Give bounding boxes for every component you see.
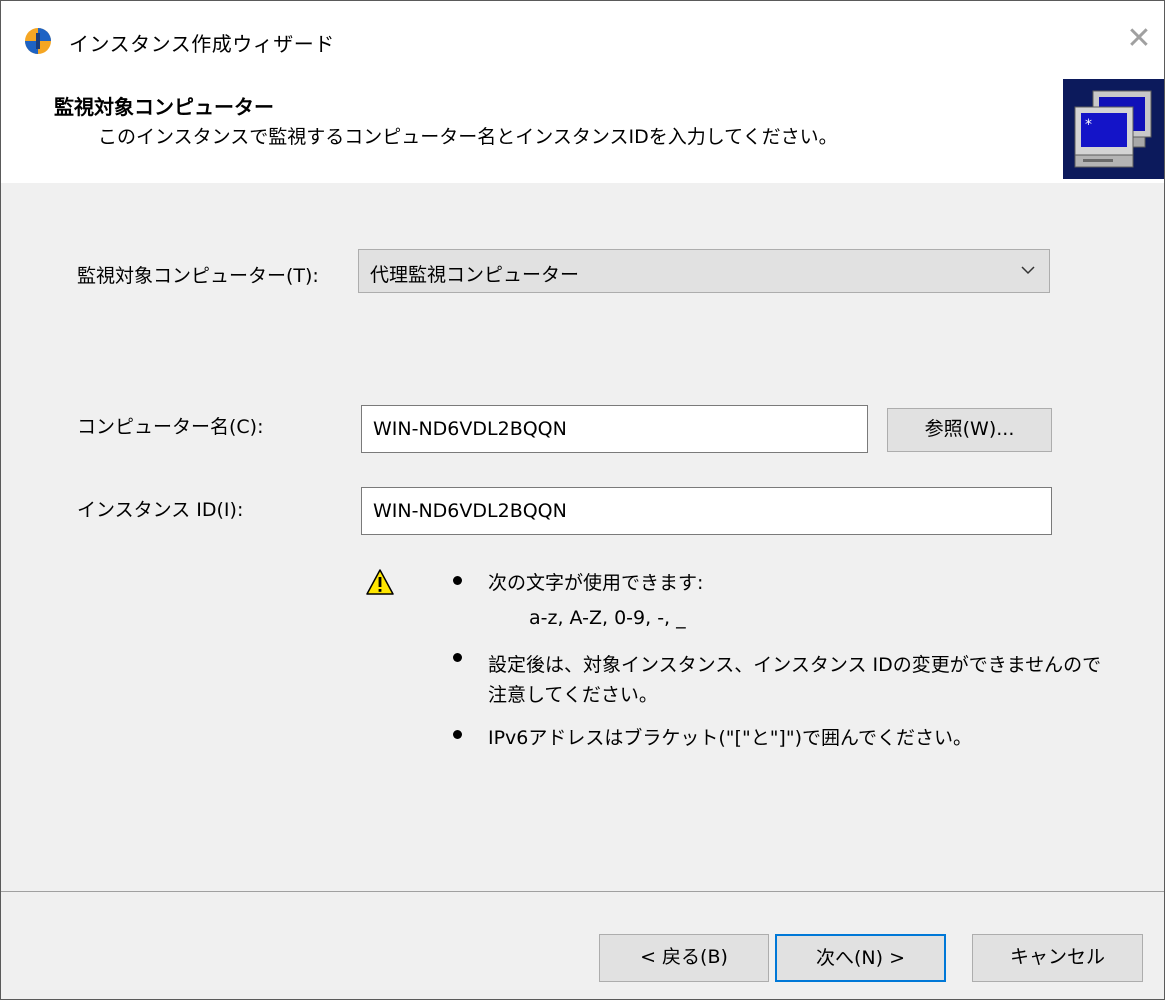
cancel-button[interactable]: キャンセル	[972, 934, 1143, 982]
browse-button[interactable]: 参照(W)...	[887, 408, 1052, 452]
target-computer-label: 監視対象コンピューター(T):	[77, 265, 319, 287]
note-immutable-line2: 注意してください。	[488, 684, 658, 706]
page-title: 監視対象コンピューター	[54, 95, 274, 119]
title-bar: インスタンス作成ウィザード ✕	[1, 1, 1164, 79]
warning-icon	[366, 569, 394, 595]
note-allowed-chars: 次の文字が使用できます:	[488, 572, 704, 594]
cancel-button-label: キャンセル	[1009, 946, 1105, 968]
app-icon	[25, 28, 51, 54]
computer-name-label: コンピューター名(C):	[77, 416, 264, 438]
close-button[interactable]: ✕	[1119, 19, 1159, 59]
instance-id-label: インスタンス ID(I):	[77, 499, 244, 521]
note-allowed-chars-list: a-z, A-Z, 0-9, -, _	[529, 607, 686, 629]
instance-id-field[interactable]	[361, 487, 1052, 535]
instance-id-input[interactable]	[362, 488, 1051, 534]
page-subtitle: このインスタンスで監視するコンピューター名とインスタンスIDを入力してください。	[98, 126, 838, 148]
next-button-label: 次へ(N) >	[816, 947, 905, 969]
computer-name-input[interactable]	[362, 406, 867, 452]
target-computer-dropdown[interactable]: 代理監視コンピューター	[358, 249, 1050, 293]
chevron-down-icon	[1021, 266, 1035, 275]
bullet-3	[453, 730, 462, 739]
note-ipv6: IPv6アドレスはブラケット("["と"]")で囲んでください。	[488, 727, 973, 749]
target-computer-value: 代理監視コンピューター	[370, 264, 580, 286]
wizard-header: 監視対象コンピューター このインスタンスで監視するコンピューター名とインスタンス…	[1, 79, 1164, 184]
wizard-footer: < 戻る(B) 次へ(N) > キャンセル	[1, 892, 1164, 999]
computer-name-field[interactable]	[361, 405, 868, 453]
monitored-computers-icon: *	[1063, 79, 1164, 179]
back-button[interactable]: < 戻る(B)	[599, 934, 769, 982]
close-icon: ✕	[1126, 21, 1152, 56]
bullet-2	[453, 653, 462, 662]
bullet-1	[453, 576, 462, 585]
svg-text:*: *	[1085, 117, 1092, 133]
window-title: インスタンス作成ウィザード	[69, 32, 335, 56]
back-button-label: < 戻る(B)	[640, 946, 728, 968]
next-button[interactable]: 次へ(N) >	[775, 934, 946, 982]
note-immutable-line1: 設定後は、対象インスタンス、インスタンス IDの変更ができませんので	[488, 654, 1102, 676]
wizard-body: 監視対象コンピューター(T): 代理監視コンピューター コンピューター名(C):…	[1, 183, 1164, 891]
browse-button-label: 参照(W)...	[924, 418, 1015, 440]
wizard-window: インスタンス作成ウィザード ✕ 監視対象コンピューター このインスタンスで監視す…	[0, 0, 1165, 1000]
